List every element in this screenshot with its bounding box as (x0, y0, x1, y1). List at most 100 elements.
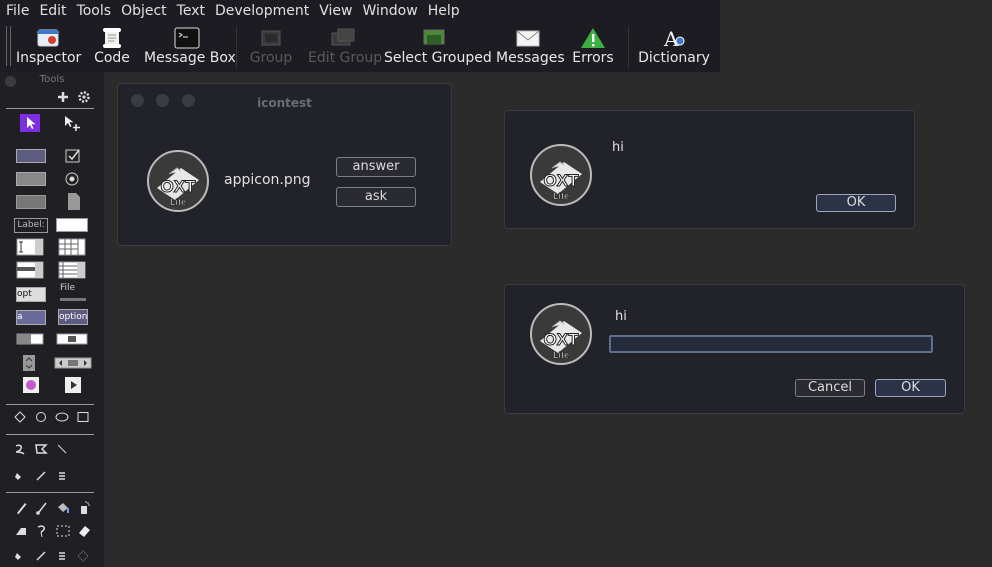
pen-color-icon[interactable] (34, 469, 48, 483)
label-tool-icon[interactable]: Label: (14, 218, 48, 233)
answer-dialog: OXT Lite hi OK (504, 110, 915, 229)
warning-icon (581, 28, 605, 48)
pointer-tool-icon[interactable] (20, 114, 40, 132)
menu-edit[interactable]: Edit (34, 0, 71, 22)
oval-tool-icon[interactable] (34, 410, 48, 424)
scrollbar-tool-icon[interactable] (54, 357, 92, 369)
messages-label: Messages (496, 50, 565, 66)
menu-text[interactable]: Text (172, 0, 210, 22)
edit-group-label: Edit Group (308, 50, 383, 66)
response-input[interactable] (609, 335, 933, 353)
line-width-icon[interactable] (55, 469, 69, 483)
palette-divider (6, 492, 94, 493)
ok-button[interactable]: OK (875, 379, 946, 397)
app-logo-icon: OXT Lite (530, 144, 592, 206)
edit-group-icon (331, 28, 355, 46)
dictionary-label: Dictionary (638, 50, 710, 66)
palette-title: Tools (39, 74, 65, 85)
list-field-tool-icon[interactable] (16, 261, 44, 279)
inspector-button[interactable]: Inspector (16, 24, 82, 70)
progress-bar-tool-icon[interactable] (16, 333, 44, 345)
browser-tool-icon[interactable] (64, 376, 82, 394)
menu-window[interactable]: Window (357, 0, 422, 22)
menu-view[interactable]: View (314, 0, 357, 22)
player-tool-icon[interactable] (22, 376, 40, 394)
marquee-tool-icon[interactable] (55, 523, 71, 539)
cancel-button[interactable]: Cancel (795, 379, 865, 397)
edit-group-button[interactable]: Edit Group (308, 24, 383, 70)
freeform-tool-icon[interactable] (34, 442, 48, 456)
pattern-icon[interactable] (76, 549, 90, 563)
fill-color-icon[interactable] (13, 469, 27, 483)
dialog-message: hi (615, 309, 627, 324)
checkbox-tool-icon[interactable] (64, 147, 84, 165)
select-grouped-button[interactable]: Select Grouped (384, 24, 492, 70)
ok-button[interactable]: OK (816, 194, 896, 212)
answer-button[interactable]: answer (336, 157, 416, 177)
palette-divider (6, 108, 94, 109)
dictionary-button[interactable]: A Dictionary (638, 24, 710, 70)
menu-development[interactable]: Development (210, 0, 314, 22)
group-button[interactable]: Group (246, 24, 296, 70)
code-button[interactable]: Code (92, 24, 132, 70)
eraser-tool-icon[interactable] (76, 523, 92, 539)
fill-color-icon[interactable] (13, 549, 27, 563)
menu-help[interactable]: Help (423, 0, 465, 22)
ask-dialog: OXT Lite hi Cancel OK (504, 284, 965, 414)
ask-button[interactable]: ask (336, 187, 416, 207)
rounded-rect-tool-icon[interactable] (55, 410, 69, 424)
bucket-tool-icon[interactable] (55, 500, 71, 516)
errors-button[interactable]: Errors (570, 24, 616, 70)
data-grid-tool-icon[interactable] (58, 261, 86, 279)
run-tool-icon[interactable] (62, 114, 82, 132)
palette-divider (6, 434, 94, 435)
menu-file[interactable]: File (0, 0, 34, 22)
lasso-tool-icon[interactable] (13, 523, 29, 539)
script-icon (103, 28, 121, 48)
field-tool-icon[interactable] (56, 218, 88, 232)
svg-text:OXT: OXT (544, 171, 580, 190)
window-title: icontest (257, 96, 312, 110)
line-width-icon[interactable] (55, 549, 69, 563)
group-label: Group (249, 50, 293, 66)
inspector-label: Inspector (16, 50, 82, 66)
select-grouped-icon (423, 29, 445, 45)
terminal-icon (174, 27, 200, 49)
filename-label: appicon.png (224, 172, 311, 188)
dictionary-icon: A (663, 27, 685, 49)
table-tool-icon[interactable] (58, 238, 86, 256)
option-menu-tool-icon[interactable]: opt (16, 287, 46, 302)
gear-icon[interactable] (77, 90, 91, 104)
radio-tool-icon[interactable] (62, 170, 82, 188)
plus-icon[interactable] (56, 90, 70, 104)
pulldown-menu-tool-icon[interactable]: option (58, 309, 88, 325)
lasso-select-icon[interactable] (34, 523, 50, 539)
brush-tool-icon[interactable] (34, 500, 50, 516)
curve-tool-icon[interactable] (13, 442, 27, 456)
menu-object[interactable]: Object (116, 0, 172, 22)
menu-bar: File Edit Tools Object Text Development … (0, 0, 720, 22)
palette-divider (6, 404, 94, 405)
toolbar-grip[interactable] (6, 26, 11, 66)
little-arrows-tool-icon[interactable] (22, 354, 36, 372)
tab-panel-tool-icon[interactable]: File (60, 284, 86, 301)
app-logo-icon: OXT Lite (147, 150, 209, 212)
menu-tools[interactable]: Tools (72, 0, 117, 22)
shadow-button-tool-icon[interactable] (16, 195, 46, 209)
message-box-button[interactable]: Message Box (144, 24, 236, 70)
pen-color-icon[interactable] (34, 549, 48, 563)
messages-button[interactable]: Messages (496, 24, 565, 70)
pencil-tool-icon[interactable] (13, 500, 29, 516)
line-tool-icon[interactable] (55, 442, 69, 456)
button-tool-icon[interactable] (16, 149, 46, 163)
image-tool-icon[interactable] (64, 192, 84, 210)
spray-tool-icon[interactable] (76, 500, 92, 516)
combo-box-tool-icon[interactable]: a (16, 310, 46, 325)
rect-button-tool-icon[interactable] (16, 172, 46, 186)
polygon-tool-icon[interactable] (13, 410, 27, 424)
scrolling-field-tool-icon[interactable] (16, 238, 44, 256)
svg-text:Lite: Lite (553, 191, 569, 201)
rectangle-tool-icon[interactable] (76, 410, 90, 424)
slider-tool-icon[interactable] (56, 333, 88, 345)
select-grouped-label: Select Grouped (384, 50, 492, 66)
